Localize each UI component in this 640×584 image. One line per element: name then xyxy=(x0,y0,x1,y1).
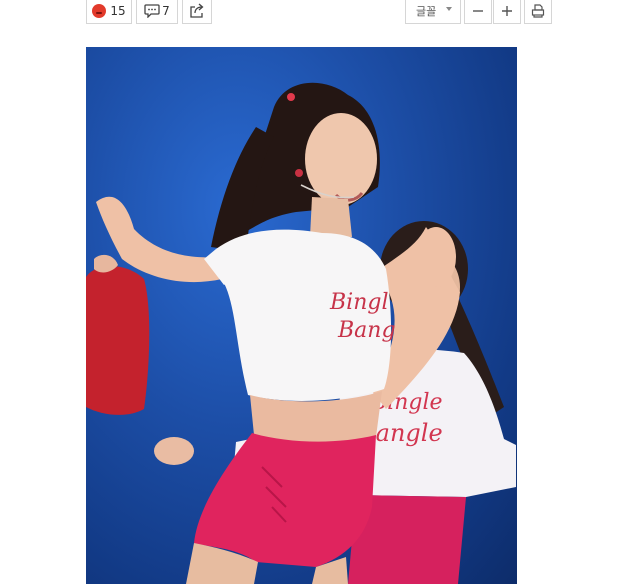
front-shirt-text-1: Bingl xyxy=(329,290,389,315)
article-photo: Bingle Bangle Bingl Bang xyxy=(86,47,517,584)
decrease-font-button[interactable] xyxy=(464,0,492,24)
reaction-count: 15 xyxy=(110,3,126,18)
font-select[interactable]: 글꼴 xyxy=(405,0,461,24)
print-button[interactable] xyxy=(524,0,552,24)
minus-icon xyxy=(473,9,483,12)
reaction-button[interactable]: 15 xyxy=(86,0,132,24)
comment-button[interactable]: 7 xyxy=(136,0,178,24)
chevron-down-icon xyxy=(446,7,452,11)
front-shirt-text-2: Bang xyxy=(337,318,396,343)
share-icon xyxy=(190,3,204,18)
article-toolbar: 15 7 글꼴 xyxy=(0,0,640,26)
reaction-face-icon xyxy=(92,3,107,18)
font-select-label: 글꼴 xyxy=(416,4,437,18)
increase-font-button[interactable] xyxy=(493,0,521,24)
plus-icon xyxy=(502,5,512,16)
print-icon xyxy=(531,3,545,18)
share-button[interactable] xyxy=(182,0,212,24)
comment-count: 7 xyxy=(162,3,170,18)
photo-illustration: Bingle Bangle Bingl Bang xyxy=(86,82,516,584)
comment-bubble-icon xyxy=(144,3,160,18)
